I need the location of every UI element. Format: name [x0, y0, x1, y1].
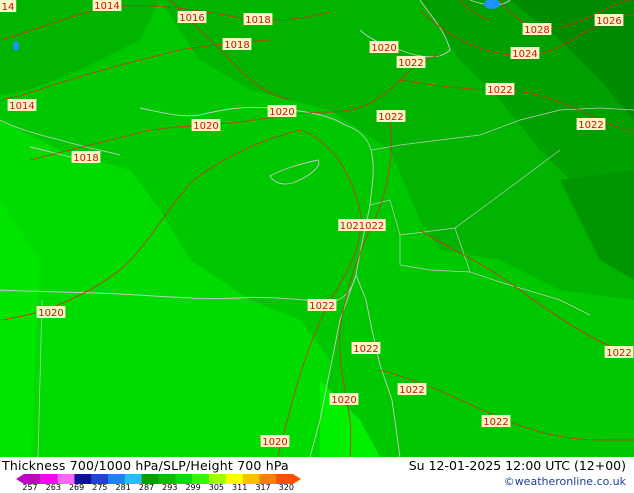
isobar-label-text: 1014	[9, 101, 34, 112]
isobar-label: 1022	[481, 415, 511, 428]
isobar-label-text: 14	[2, 2, 15, 13]
scale-tick-label: 275	[92, 483, 108, 492]
isobar-label: 1018	[222, 38, 252, 51]
isobar-label: 1022	[397, 383, 427, 396]
isobar-label-text: 1018	[245, 15, 270, 26]
isobar-label-text: 1022	[483, 417, 508, 428]
scale-tick-label: 269	[68, 483, 85, 492]
isobar-label: 1020	[369, 41, 399, 54]
isobar-label: 1020	[260, 435, 290, 448]
isobar-label-text: 1020	[38, 308, 63, 319]
isobar-label: 1014	[92, 0, 122, 12]
isobar-label-text: 1020	[262, 437, 287, 448]
isobar-label-text: 1022	[353, 344, 378, 355]
isobar-label: 1020	[267, 105, 297, 118]
isobar-label: 1026	[594, 14, 624, 27]
scale-tick-label: 320	[278, 483, 294, 492]
isobar-label-text: 1022	[578, 120, 603, 131]
isobar-label-text: 1020	[193, 121, 218, 132]
isobar-label-text: 1028	[524, 25, 549, 36]
scale-tick-label: 311	[232, 483, 248, 492]
isobar-label-text: 1018	[73, 153, 98, 164]
map-footer: Thickness 700/1000 hPa/SLP/Height 700 hP…	[0, 457, 634, 493]
isobar-label: 1022	[351, 342, 381, 355]
scale-tick-label: 263	[45, 483, 61, 492]
isobar-label: 14	[0, 0, 17, 13]
isobar-label: 1014	[7, 99, 37, 112]
isobar-label-text: 1014	[94, 1, 119, 12]
isobar-label: 1018	[243, 13, 273, 26]
scale-tick-labels: 257 263 269 275 281 287 293 299 305 311 317 320	[0, 484, 330, 493]
thickness-map: 14 1014 1016 1018 1018 1020 1022 1028 1026 1024 10…	[0, 0, 634, 457]
isobar-label: 1020	[329, 393, 359, 406]
isobar-label-text: 1022	[378, 112, 403, 123]
isobar-label-text: 1018	[224, 40, 249, 51]
isobar-label-text: 1020	[371, 43, 396, 54]
isobar-label: 1022	[576, 118, 606, 131]
isobar-label: 1020	[36, 306, 66, 319]
isobar-label: 1028	[522, 23, 552, 36]
isobar-label-text: 1026	[596, 16, 621, 27]
scale-tick-label: 305	[208, 483, 225, 492]
scale-tick-label: 287	[138, 483, 155, 492]
isobar-label: 1022	[485, 83, 515, 96]
isobar-label: 1016	[177, 11, 207, 24]
credit-link[interactable]: ©weatheronline.co.uk	[504, 475, 626, 488]
isobar-label-text: 1020	[331, 395, 356, 406]
isobar-label-text: 1024	[512, 49, 537, 60]
isobar-label: 1024	[510, 47, 540, 60]
map-canvas: 14 10141016 10181018 1020102210281026102410…	[0, 0, 634, 457]
scale-tick-label: 299	[185, 483, 201, 492]
isobar-label: 1022	[307, 299, 337, 312]
isobar-label: 1022	[604, 346, 634, 359]
isobar-label-text: 1022	[487, 85, 512, 96]
isobar-label: 1022	[376, 110, 406, 123]
isobar-label: 1021022	[338, 219, 386, 232]
scale-tick-label: 281	[115, 483, 131, 492]
isobar-label-text: 1022	[399, 385, 424, 396]
map-title: Thickness 700/1000 hPa/SLP/Height 700 hP…	[2, 458, 289, 473]
scale-tick-label: 317	[255, 483, 271, 492]
isobar-label-text: 1020	[269, 107, 294, 118]
valid-datetime: Su 12-01-2025 12:00 UTC (12+00)	[408, 458, 626, 473]
scale-tick-label: 257	[22, 483, 38, 492]
isobar-label: 1018	[71, 151, 101, 164]
isobar-label-text: 1022	[398, 58, 423, 69]
isobar-label-text: 1022	[606, 348, 631, 359]
isobar-label-text: 1022	[309, 301, 334, 312]
isobar-label: 1022	[396, 56, 426, 69]
scale-tick-label: 293	[162, 483, 178, 492]
isobar-label: 1020	[191, 119, 221, 132]
isobar-label-text: 1021022	[340, 221, 385, 232]
isobar-label-text: 1016	[179, 13, 204, 24]
